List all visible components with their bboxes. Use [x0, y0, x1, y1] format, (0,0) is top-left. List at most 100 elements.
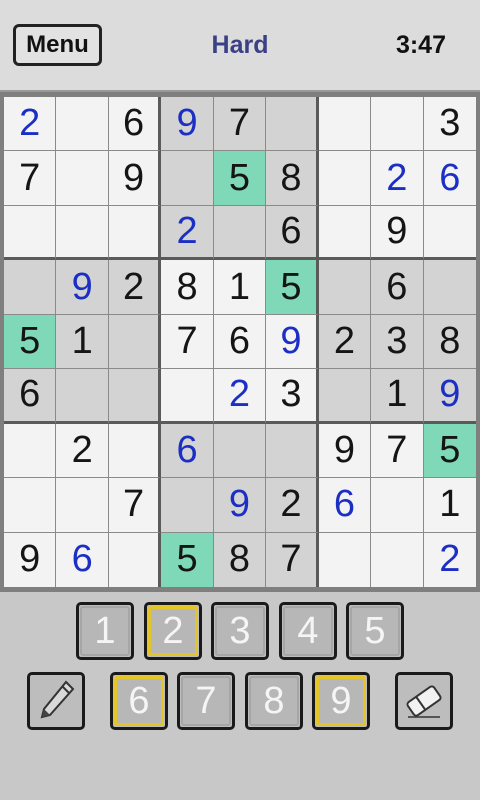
cell-r7c8[interactable]: 7: [371, 423, 424, 479]
cell-r2c2[interactable]: [56, 151, 109, 206]
number-key-label: 8: [249, 676, 299, 726]
number-key-1[interactable]: 1: [76, 602, 134, 660]
cell-r7c1[interactable]: [4, 423, 57, 479]
cell-r5c1[interactable]: 5: [4, 314, 57, 370]
cell-r2c5[interactable]: 5: [213, 151, 267, 206]
number-key-4[interactable]: 4: [279, 602, 337, 660]
cell-r6c7[interactable]: [318, 369, 372, 424]
cell-r5c2[interactable]: 1: [56, 314, 109, 370]
cell-r9c9[interactable]: 2: [423, 532, 476, 587]
cell-r4c5[interactable]: 1: [213, 260, 267, 315]
cell-r9c1[interactable]: 9: [4, 532, 57, 587]
number-key-label: 6: [114, 676, 164, 726]
cell-r8c7[interactable]: 6: [318, 478, 372, 533]
cell-r1c9[interactable]: 3: [423, 97, 476, 152]
cell-r5c4[interactable]: 7: [161, 314, 214, 370]
cell-r1c2[interactable]: [56, 97, 109, 152]
cell-r6c4[interactable]: [161, 369, 214, 424]
cell-r5c3[interactable]: [108, 314, 162, 370]
cell-r9c8[interactable]: [371, 532, 424, 587]
cell-r2c8[interactable]: 2: [371, 151, 424, 206]
eraser-icon: [406, 685, 442, 718]
cell-r5c5[interactable]: 6: [213, 314, 267, 370]
cell-r7c4[interactable]: 6: [161, 423, 214, 479]
cell-r1c3[interactable]: 6: [108, 97, 162, 152]
cell-r9c4[interactable]: 5: [161, 532, 214, 587]
cell-r2c1[interactable]: 7: [4, 151, 57, 206]
cell-r4c6[interactable]: 5: [266, 260, 319, 315]
cell-r5c9[interactable]: 8: [423, 314, 476, 370]
cell-r7c5[interactable]: [213, 423, 267, 479]
cell-r3c5[interactable]: [213, 205, 267, 261]
menu-button[interactable]: Menu: [13, 24, 102, 66]
cell-r8c9[interactable]: 1: [423, 478, 476, 533]
cell-r7c2[interactable]: 2: [56, 423, 109, 479]
cell-r3c6[interactable]: 6: [266, 205, 319, 261]
cell-r4c3[interactable]: 2: [108, 260, 162, 315]
cell-r8c1[interactable]: [4, 478, 57, 533]
number-key-5[interactable]: 5: [346, 602, 404, 660]
sudoku-board: 2697379582626992815651769238623192697579…: [4, 97, 476, 587]
cell-r4c7[interactable]: [318, 260, 372, 315]
number-key-6[interactable]: 6: [110, 672, 168, 730]
cell-r9c7[interactable]: [318, 532, 372, 587]
cell-r7c6[interactable]: [266, 423, 319, 479]
pencil-button[interactable]: [27, 672, 85, 730]
cell-r9c2[interactable]: 6: [56, 532, 109, 587]
cell-r5c7[interactable]: 2: [318, 314, 372, 370]
cell-r3c4[interactable]: 2: [161, 205, 214, 261]
cell-r1c6[interactable]: [266, 97, 319, 152]
cell-r3c2[interactable]: [56, 205, 109, 261]
cell-r4c1[interactable]: [4, 260, 57, 315]
cell-r6c5[interactable]: 2: [213, 369, 267, 424]
number-key-9[interactable]: 9: [312, 672, 370, 730]
cell-r4c9[interactable]: [423, 260, 476, 315]
cell-r9c5[interactable]: 8: [213, 532, 267, 587]
cell-r3c1[interactable]: [4, 205, 57, 261]
cell-r6c6[interactable]: 3: [266, 369, 319, 424]
cell-r6c2[interactable]: [56, 369, 109, 424]
cell-r2c9[interactable]: 6: [423, 151, 476, 206]
cell-r8c2[interactable]: [56, 478, 109, 533]
cell-r8c8[interactable]: [371, 478, 424, 533]
cell-r6c9[interactable]: 9: [423, 369, 476, 424]
number-key-7[interactable]: 7: [177, 672, 235, 730]
cell-r3c7[interactable]: [318, 205, 372, 261]
number-key-8[interactable]: 8: [245, 672, 303, 730]
cell-r5c8[interactable]: 3: [371, 314, 424, 370]
number-keypad: 12345 6789: [0, 592, 480, 800]
cell-r6c3[interactable]: [108, 369, 162, 424]
cell-r1c5[interactable]: 7: [213, 97, 267, 152]
timer: 3:47: [395, 31, 446, 59]
cell-r9c3[interactable]: [108, 532, 162, 587]
cell-r2c3[interactable]: 9: [108, 151, 162, 206]
cell-r2c4[interactable]: [161, 151, 214, 206]
cell-r7c7[interactable]: 9: [318, 423, 372, 479]
cell-r2c6[interactable]: 8: [266, 151, 319, 206]
eraser-button[interactable]: [395, 672, 453, 730]
cell-r8c4[interactable]: [161, 478, 214, 533]
cell-r7c9[interactable]: 5: [423, 423, 476, 479]
number-key-2[interactable]: 2: [144, 602, 202, 660]
cell-r4c4[interactable]: 8: [161, 260, 214, 315]
cell-r4c8[interactable]: 6: [371, 260, 424, 315]
cell-r3c8[interactable]: 9: [371, 205, 424, 261]
cell-r6c1[interactable]: 6: [4, 369, 57, 424]
cell-r4c2[interactable]: 9: [56, 260, 109, 315]
number-key-label: 9: [316, 676, 366, 726]
cell-r8c6[interactable]: 2: [266, 478, 319, 533]
cell-r9c6[interactable]: 7: [266, 532, 319, 587]
cell-r3c9[interactable]: [423, 205, 476, 261]
cell-r1c1[interactable]: 2: [4, 97, 57, 152]
cell-r3c3[interactable]: [108, 205, 162, 261]
cell-r8c5[interactable]: 9: [213, 478, 267, 533]
cell-r5c6[interactable]: 9: [266, 314, 319, 370]
cell-r1c8[interactable]: [371, 97, 424, 152]
cell-r2c7[interactable]: [318, 151, 372, 206]
cell-r6c8[interactable]: 1: [371, 369, 424, 424]
cell-r1c7[interactable]: [318, 97, 372, 152]
cell-r1c4[interactable]: 9: [161, 97, 214, 152]
number-key-3[interactable]: 3: [211, 602, 269, 660]
cell-r8c3[interactable]: 7: [108, 478, 162, 533]
cell-r7c3[interactable]: [108, 423, 162, 479]
